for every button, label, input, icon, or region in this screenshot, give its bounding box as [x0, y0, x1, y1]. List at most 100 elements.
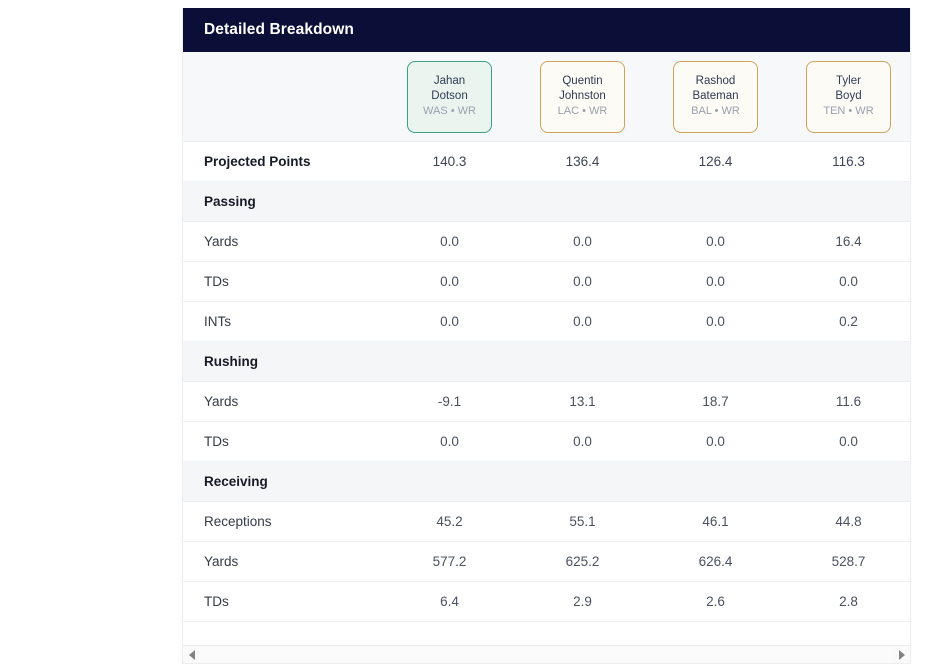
stat-label: INTs [183, 301, 383, 342]
stat-section-empty-cell [516, 341, 649, 382]
player-team-position: LAC • WR [557, 105, 608, 117]
stat-value: 18.7 [649, 381, 782, 422]
stat-label: TDs [183, 421, 383, 462]
stat-label: Receptions [183, 501, 383, 542]
stat-value: 16.4 [782, 221, 910, 262]
page-root: Detailed Breakdown Jahan Dotson WAS • WR Qu… [0, 0, 934, 671]
detailed-breakdown-panel: Detailed Breakdown Jahan Dotson WAS • WR Qu… [182, 8, 911, 663]
stat-value: 45.2 [383, 501, 516, 542]
stat-value: 0.0 [383, 301, 516, 342]
stat-value: 626.4 [649, 541, 782, 582]
stat-value: 6.4 [383, 581, 516, 622]
player-header-cell: Quentin Johnston LAC • WR [516, 52, 649, 142]
stat-section-header-row: Receiving [183, 461, 910, 502]
stat-section-empty-cell [649, 461, 782, 502]
player-first-name: Jahan [433, 75, 466, 87]
stat-value: 2.6 [649, 581, 782, 622]
scroll-left-button[interactable] [183, 646, 200, 663]
player-team-position: WAS • WR [423, 105, 476, 117]
comparison-table-scroll-area[interactable]: Jahan Dotson WAS • WR Quentin Johnston LAC • … [183, 52, 910, 645]
stat-value: 0.2 [782, 301, 910, 342]
stat-value: 0.0 [782, 261, 910, 302]
scrollbar-track[interactable] [200, 646, 893, 663]
stat-value: 0.0 [649, 221, 782, 262]
stat-value: 0.0 [516, 301, 649, 342]
scroll-right-button[interactable] [893, 646, 910, 663]
table-bottom-spacer [183, 622, 910, 644]
stat-section-empty-cell [649, 181, 782, 222]
stat-value: 577.2 [383, 541, 516, 582]
stat-value: 0.0 [383, 421, 516, 462]
triangle-right-icon [898, 649, 905, 660]
player-first-name: Rashod [695, 75, 736, 87]
table-row: Projected Points 140.3 136.4 126.4 116.3 [183, 141, 910, 182]
stat-value: 528.7 [782, 541, 910, 582]
table-row: Yards -9.1 13.1 18.7 11.6 [183, 381, 910, 422]
stat-label: Yards [183, 541, 383, 582]
stat-value: 2.9 [516, 581, 649, 622]
player-header-cell: Rashod Bateman BAL • WR [649, 52, 782, 142]
stat-value: 0.0 [516, 261, 649, 302]
stat-section-label: Rushing [183, 341, 383, 382]
player-card[interactable]: Tyler Boyd TEN • WR [806, 60, 891, 133]
stat-section-empty-cell [383, 181, 516, 222]
stat-value: 136.4 [516, 141, 649, 182]
horizontal-scrollbar[interactable] [183, 645, 910, 663]
stat-value: 116.3 [782, 141, 910, 182]
stat-value: 13.1 [516, 381, 649, 422]
triangle-left-icon [188, 649, 195, 660]
stat-value: 2.8 [782, 581, 910, 622]
stat-section-empty-cell [516, 181, 649, 222]
page-title: Detailed Breakdown [204, 21, 354, 38]
player-comparison-table: Jahan Dotson WAS • WR Quentin Johnston LAC • … [183, 52, 910, 622]
player-header-cell: Tyler Boyd TEN • WR [782, 52, 910, 142]
player-last-name: Dotson [431, 89, 468, 102]
player-last-name: Bateman [692, 89, 739, 102]
stat-section-empty-cell [516, 461, 649, 502]
stat-label: Yards [183, 381, 383, 422]
stat-section-header-row: Passing [183, 181, 910, 222]
player-team-position: BAL • WR [691, 105, 740, 117]
stat-section-label: Receiving [183, 461, 383, 502]
stat-value: 44.8 [782, 501, 910, 542]
stat-label: TDs [183, 261, 383, 302]
table-row: Yards 0.0 0.0 0.0 16.4 [183, 221, 910, 262]
stat-value: 625.2 [516, 541, 649, 582]
player-card[interactable]: Quentin Johnston LAC • WR [540, 60, 625, 133]
stat-section-empty-cell [649, 341, 782, 382]
stat-label: Projected Points [183, 141, 383, 182]
stat-section-empty-cell [782, 341, 910, 382]
player-last-name: Boyd [835, 89, 862, 102]
stat-value: 0.0 [383, 221, 516, 262]
player-card[interactable]: Jahan Dotson WAS • WR [407, 60, 492, 133]
player-header-cell: Jahan Dotson WAS • WR [383, 52, 516, 142]
table-row: INTs 0.0 0.0 0.0 0.2 [183, 301, 910, 342]
stat-value: 0.0 [782, 421, 910, 462]
stat-section-empty-cell [383, 461, 516, 502]
stat-section-empty-cell [782, 461, 910, 502]
stat-value: 0.0 [516, 221, 649, 262]
player-card[interactable]: Rashod Bateman BAL • WR [673, 60, 758, 133]
stat-section-label: Passing [183, 181, 383, 222]
panel-bottom-edge [182, 663, 911, 664]
table-row: TDs 0.0 0.0 0.0 0.0 [183, 261, 910, 302]
stat-section-empty-cell [383, 341, 516, 382]
player-header-row: Jahan Dotson WAS • WR Quentin Johnston LAC • … [183, 52, 910, 142]
player-first-name: Quentin [562, 75, 603, 87]
stat-value: 0.0 [649, 301, 782, 342]
stat-value: -9.1 [383, 381, 516, 422]
panel-header: Detailed Breakdown [183, 8, 910, 52]
table-row: Receptions 45.2 55.1 46.1 44.8 [183, 501, 910, 542]
stat-value: 0.0 [516, 421, 649, 462]
stat-value: 140.3 [383, 141, 516, 182]
stat-value: 126.4 [649, 141, 782, 182]
stat-value: 0.0 [649, 421, 782, 462]
stat-section-empty-cell [782, 181, 910, 222]
stat-label: Yards [183, 221, 383, 262]
stat-section-header-row: Rushing [183, 341, 910, 382]
scrollbar-thumb[interactable] [200, 647, 893, 662]
header-corner-cell [183, 52, 383, 142]
stat-value: 55.1 [516, 501, 649, 542]
stat-value: 11.6 [782, 381, 910, 422]
table-row: TDs 0.0 0.0 0.0 0.0 [183, 421, 910, 462]
